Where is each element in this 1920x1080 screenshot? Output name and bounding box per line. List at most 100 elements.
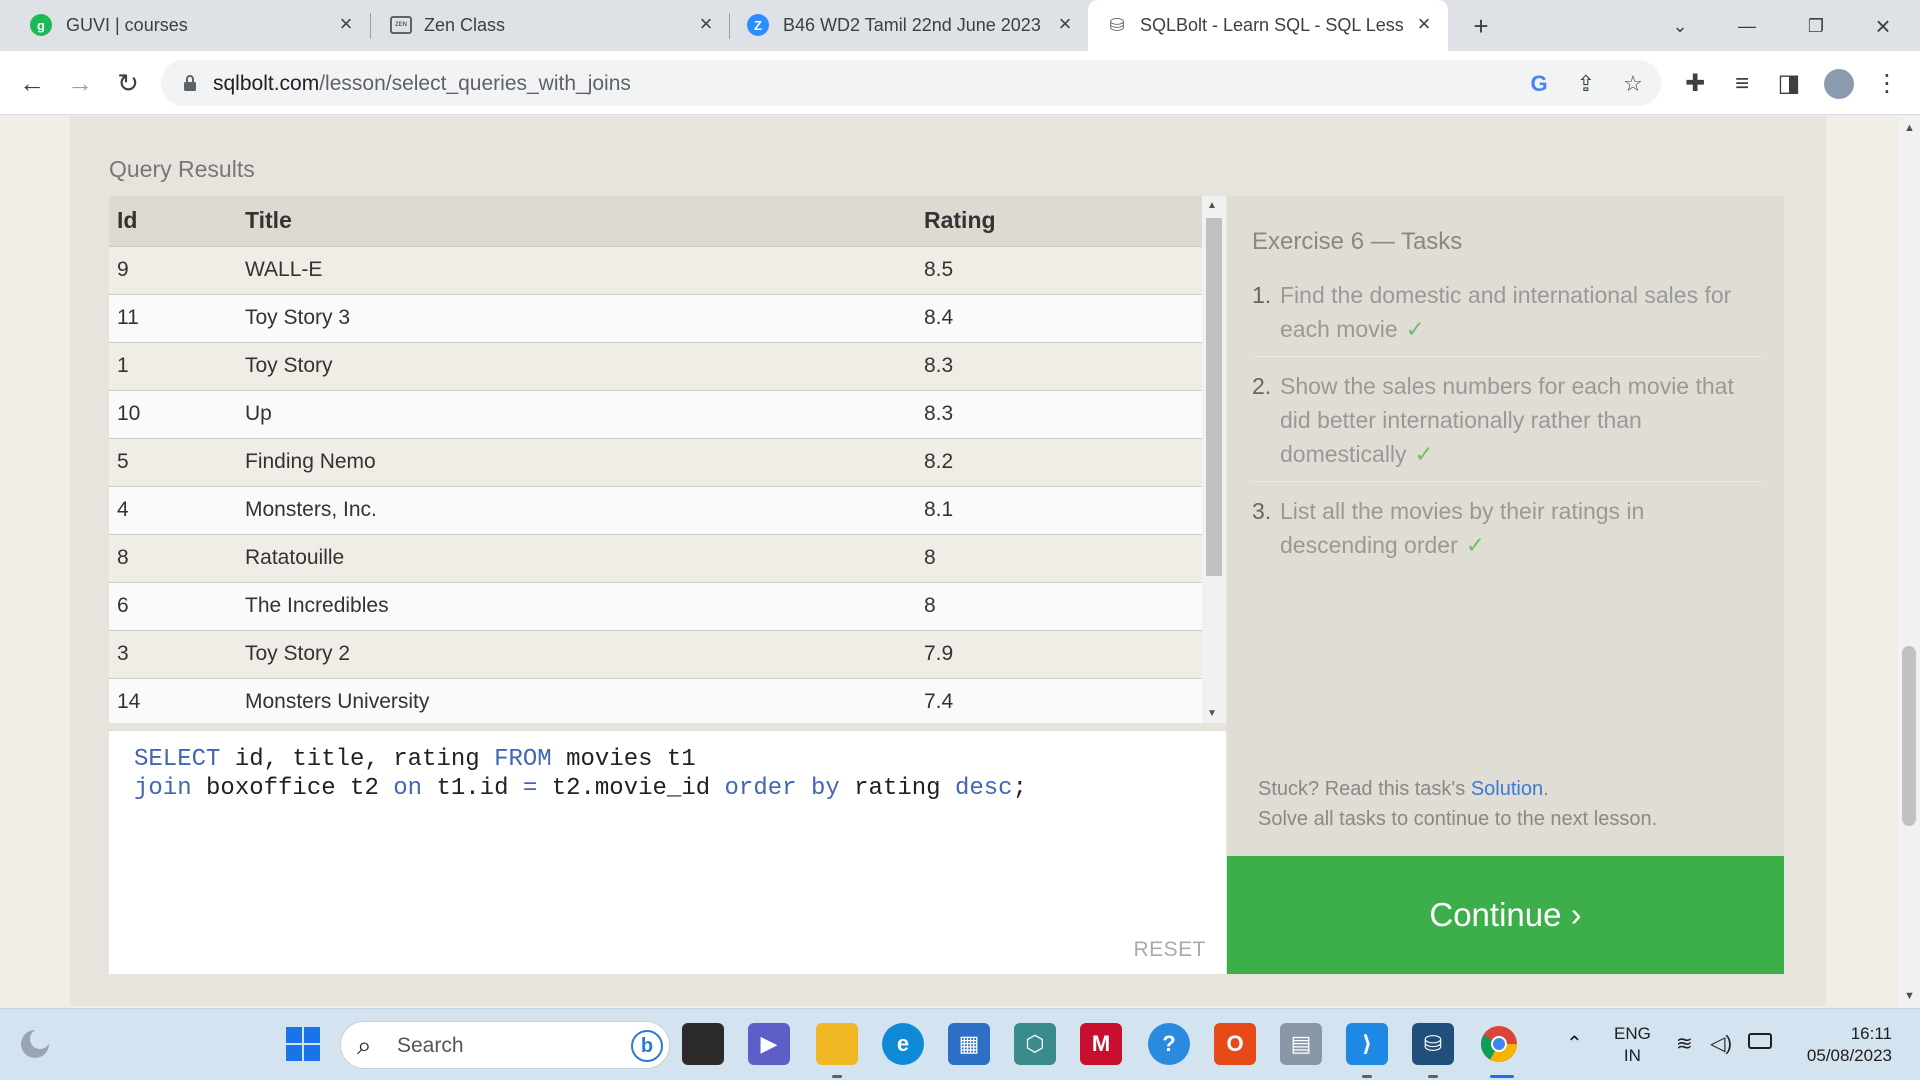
reload-icon[interactable]: ↻ [110,65,146,101]
url-text[interactable]: sqlbolt.com/lesson/select_queries_with_j… [213,72,631,96]
cell-rating: 8.2 [916,437,1202,486]
stuck-help-text: Stuck? Read this task's Solution. Solve … [1258,774,1657,834]
sql-token: rating [839,775,955,802]
tab-guvi-courses[interactable]: g GUVI | courses × [0,0,370,51]
query-results-label: Query Results [109,156,255,182]
vscode-icon[interactable]: ⟩ [1346,1023,1388,1065]
extensions-icon[interactable]: ✚ [1680,69,1710,99]
tab-search-icon[interactable]: ⌄ [1664,10,1696,42]
office-icon[interactable]: O [1214,1023,1256,1065]
cell-rating: 7.9 [916,629,1202,678]
minimize-icon[interactable]: — [1731,10,1763,42]
checkmark-icon: ✓ [1405,316,1425,342]
mcafee-icon[interactable]: M [1080,1023,1122,1065]
tab-title: GUVI | courses [66,15,188,35]
mysql-workbench-icon[interactable]: ⛁ [1412,1023,1454,1065]
folder-icon[interactable] [816,1023,858,1065]
page-scrollbar[interactable]: ▲ ▼ [1898,116,1920,1008]
scroll-down-arrow-icon[interactable]: ▼ [1207,708,1217,719]
media-control-icon[interactable]: ≡ [1727,69,1757,99]
sql-query-text[interactable]: SELECT id, title, rating FROM movies t1 j… [134,745,1027,803]
back-icon[interactable]: ← [14,65,50,101]
bookmark-star-icon[interactable]: ☆ [1619,70,1647,98]
windows-start-icon[interactable] [282,1023,324,1065]
close-icon[interactable]: × [694,12,718,36]
cell-title: Monsters University [237,677,916,723]
table-row: 9 WALL-E 8.5 [109,245,1202,294]
side-panel-icon[interactable]: ◨ [1774,69,1804,99]
table-row: 6 The Incredibles 8 [109,581,1202,630]
results-scrollbar-thumb[interactable] [1206,218,1222,576]
profile-avatar[interactable] [1824,69,1854,99]
chevron-up-icon[interactable]: ⌃ [1566,1031,1583,1056]
close-icon[interactable]: × [334,12,358,36]
tab-zoom-meeting[interactable]: Z B46 WD2 Tamil 22nd June 2023 ( × [731,0,1086,51]
sql-line: join boxoffice t2 on t1.id = t2.movie_id… [134,774,1027,803]
running-indicator [832,1075,842,1078]
clock[interactable]: 16:11 05/08/2023 [1796,1023,1892,1067]
more-menu-icon[interactable]: ⋮ [1872,69,1902,99]
calculator-icon[interactable]: ▤ [1280,1023,1322,1065]
close-icon[interactable]: × [1053,12,1077,36]
solution-link[interactable]: Solution [1471,778,1543,800]
task-item: 1. Find the domestic and international sa… [1252,278,1762,357]
continue-button[interactable]: Continue › [1227,856,1784,974]
lock-icon[interactable] [183,74,197,92]
sql-query-editor[interactable]: SELECT id, title, rating FROM movies t1 j… [109,730,1226,974]
edge-icon[interactable]: e [882,1023,924,1065]
paint-icon[interactable]: ? [1148,1023,1190,1065]
widgets-icon[interactable] [14,1023,56,1065]
clock-date: 05/08/2023 [1806,1046,1892,1065]
language-indicator[interactable]: ENG IN [1614,1023,1651,1067]
cell-id: 9 [109,245,237,294]
exercise-tasks-panel: Exercise 6 — Tasks 1. Find the domestic a… [1227,196,1784,857]
page-content: Query Results Id Title Rating 9 WALL-E 8.5… [0,116,1898,1008]
reset-button[interactable]: RESET [1133,938,1206,962]
wifi-icon[interactable]: ≋ [1676,1031,1693,1056]
zen-class-icon: ZEN [390,16,412,34]
share-icon[interactable]: ⇪ [1572,70,1600,98]
new-tab-button[interactable]: + [1465,10,1497,42]
sql-token: t1.id [422,775,523,802]
restore-icon[interactable]: ❐ [1800,10,1832,42]
table-row: 14 Monsters University 7.4 [109,677,1202,723]
language-code: ENG [1614,1024,1651,1043]
tab-title: Zen Class [424,15,506,35]
close-icon[interactable]: × [1412,12,1436,36]
scroll-up-arrow-icon[interactable]: ▲ [1904,122,1915,134]
cell-id: 14 [109,677,237,723]
results-scrollbar[interactable]: ▲ ▼ [1202,196,1226,723]
browser-tab-strip: g GUVI | courses × ZEN Zen Class × Z B46… [0,0,1920,51]
vpn-icon[interactable]: ⬡ [1014,1023,1056,1065]
tab-title: SQLBolt - Learn SQL - SQL Lesso [1140,15,1404,35]
scroll-up-arrow-icon[interactable]: ▲ [1207,200,1217,211]
battery-icon[interactable] [1748,1033,1772,1049]
cell-rating: 8.3 [916,389,1202,438]
google-translate-icon[interactable]: G [1525,70,1553,98]
cell-id: 10 [109,389,237,438]
sql-keyword: FROM [494,746,552,773]
forward-icon[interactable]: → [62,65,98,101]
cell-title: Up [237,389,916,438]
taskbar-search-box[interactable]: ⌕ Search b [340,1021,670,1069]
volume-icon[interactable]: ◁) [1710,1031,1732,1056]
teams-icon[interactable]: ▶ [748,1023,790,1065]
cell-rating: 7.4 [916,677,1202,723]
database-icon: ⛁ [1109,14,1125,35]
bing-icon[interactable]: b [631,1030,663,1062]
file-explorer-icon[interactable] [682,1023,724,1065]
chrome-icon[interactable] [1478,1023,1520,1065]
scroll-down-arrow-icon[interactable]: ▼ [1904,990,1915,1002]
page-scrollbar-thumb[interactable] [1902,646,1916,826]
cell-id: 4 [109,485,237,534]
tab-sqlbolt[interactable]: ⛁ SQLBolt - Learn SQL - SQL Lesso × [1088,0,1448,51]
tab-zen-class[interactable]: ZEN Zen Class × [372,0,727,51]
cell-title: Finding Nemo [237,437,916,486]
task-item: 2. Show the sales numbers for each movie … [1252,369,1762,482]
close-window-icon[interactable]: × [1867,10,1899,42]
task-number: 3. [1252,498,1272,524]
table-row: 5 Finding Nemo 8.2 [109,437,1202,486]
guvi-icon: g [30,14,52,36]
store-icon[interactable]: ▦ [948,1023,990,1065]
address-bar[interactable]: sqlbolt.com/lesson/select_queries_with_j… [161,60,1661,106]
